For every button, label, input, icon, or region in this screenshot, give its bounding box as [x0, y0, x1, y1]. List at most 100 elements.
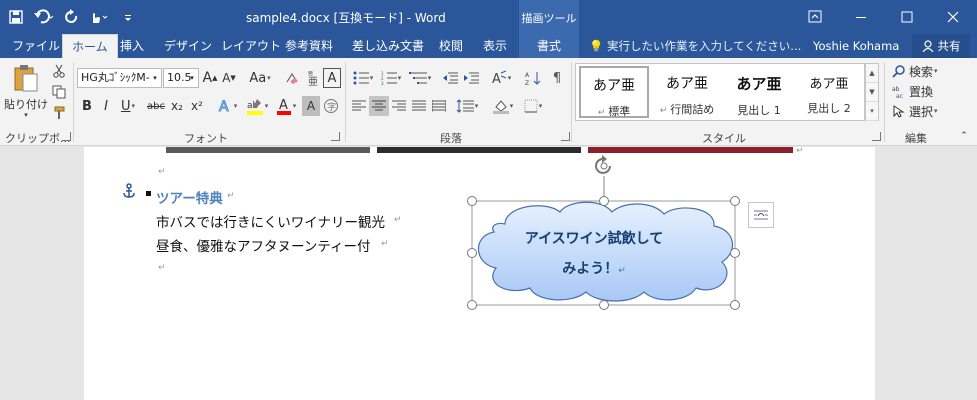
align-right-icon[interactable]: [389, 96, 409, 116]
share-button[interactable]: 共有: [912, 34, 970, 58]
format-painter-icon[interactable]: [50, 104, 68, 122]
resize-handle-se[interactable]: [730, 300, 740, 310]
anchor-icon[interactable]: [122, 183, 136, 202]
user-name[interactable]: Yoshie Kohama: [813, 34, 899, 58]
style-heading-1[interactable]: あア亜 見出し 1: [724, 66, 794, 118]
replace-button[interactable]: ab ac 置換: [892, 82, 950, 100]
line-spacing-icon[interactable]: ▾: [453, 96, 481, 116]
tab-insert[interactable]: 挿入: [111, 34, 153, 58]
bullets-icon[interactable]: ▾: [350, 68, 376, 88]
align-left-icon[interactable]: [349, 96, 369, 116]
multilevel-list-icon[interactable]: ▾: [406, 68, 434, 88]
tab-view[interactable]: 表示: [474, 34, 516, 58]
shrink-font-label: A: [222, 71, 231, 85]
tab-review[interactable]: 校閲: [430, 34, 472, 58]
tab-mailings[interactable]: 差し込み文書: [343, 34, 433, 58]
resize-handle-s[interactable]: [599, 300, 609, 310]
style-heading-2[interactable]: あア亜 見出し 2: [794, 66, 864, 118]
phonetic-guide-icon[interactable]: 亜亜: [303, 68, 321, 88]
distributed-icon[interactable]: [429, 96, 449, 116]
callout-line[interactable]: アイスワイン試飲して: [484, 228, 704, 248]
gallery-more-icon[interactable]: ▾: [866, 102, 878, 121]
tab-home[interactable]: ホーム: [62, 34, 118, 58]
redo-icon[interactable]: [60, 5, 84, 29]
paragraph-mark: ↵: [796, 146, 804, 156]
grow-font-button[interactable]: A ▲: [201, 68, 219, 88]
maximize-icon[interactable]: [884, 0, 930, 34]
subscript-button[interactable]: x₂: [168, 96, 186, 116]
tell-me-search[interactable]: 💡 実行したい作業を入力してください...: [589, 34, 801, 58]
text-effects-button[interactable]: A ▾: [214, 96, 240, 116]
touch-mode-icon[interactable]: [88, 5, 112, 29]
align-center-icon[interactable]: [369, 96, 389, 116]
italic-button[interactable]: I: [98, 96, 114, 116]
ribbon-display-options-icon[interactable]: [792, 0, 838, 34]
tab-references[interactable]: 参考資料: [276, 34, 342, 58]
font-launcher-icon[interactable]: [331, 132, 340, 141]
cut-icon[interactable]: [50, 62, 68, 80]
increase-indent-icon[interactable]: [461, 68, 481, 88]
show-hide-marks-icon[interactable]: ¶: [547, 68, 567, 88]
resize-handle-sw[interactable]: [467, 300, 477, 310]
shading-icon[interactable]: ▾: [489, 96, 517, 116]
change-case-button[interactable]: Aa ▾: [245, 68, 275, 88]
font-color-button[interactable]: A ▾: [273, 96, 299, 116]
find-button[interactable]: 検索 ▾: [892, 62, 950, 80]
tab-file[interactable]: ファイル: [3, 34, 69, 58]
rotate-handle-icon[interactable]: [592, 155, 616, 180]
decrease-indent-icon[interactable]: [440, 68, 460, 88]
resize-handle-nw[interactable]: [467, 196, 477, 206]
font-size-combo[interactable]: 10.5 ▾: [163, 68, 199, 88]
font-color-swatch: [276, 111, 291, 115]
scroll-up-icon[interactable]: ▲: [866, 64, 878, 83]
style-no-spacing[interactable]: あア亜 ↵ 行間詰め: [652, 66, 722, 118]
bold-button[interactable]: B: [78, 96, 96, 116]
copy-icon[interactable]: [50, 83, 68, 101]
underline-button[interactable]: U ▾: [116, 96, 140, 116]
clipboard-launcher-icon[interactable]: [62, 132, 71, 141]
asian-layout-icon[interactable]: A ▾: [487, 68, 515, 88]
minimize-icon[interactable]: [838, 0, 884, 34]
resize-handle-e[interactable]: [730, 248, 740, 258]
paste-icon[interactable]: [6, 62, 46, 96]
undo-icon[interactable]: [32, 5, 56, 29]
tab-format[interactable]: 書式: [519, 34, 579, 58]
sort-icon[interactable]: AZ: [523, 68, 543, 88]
paste-dropdown-icon[interactable]: ▾: [18, 110, 34, 120]
collapse-ribbon-icon[interactable]: ⌃: [957, 130, 971, 142]
resize-handle-ne[interactable]: [730, 196, 740, 206]
shrink-font-button[interactable]: A ▼: [220, 68, 238, 88]
resize-handle-w[interactable]: [467, 248, 477, 258]
character-shading-button[interactable]: A: [302, 96, 320, 116]
paragraph-launcher-icon[interactable]: [561, 132, 570, 141]
change-case-label: Aa: [249, 70, 267, 86]
clear-formatting-icon[interactable]: [283, 68, 301, 88]
select-button[interactable]: 選択 ▾: [892, 102, 950, 120]
document-line[interactable]: 昼食、優雅なアフタヌーンティー付: [156, 235, 371, 255]
svg-text:A: A: [279, 98, 288, 113]
scroll-down-icon[interactable]: ▼: [866, 83, 878, 102]
callout-line[interactable]: みよう！↵: [484, 258, 704, 278]
justify-icon[interactable]: [409, 96, 429, 116]
document-line[interactable]: 市バスでは行きにくいワイナリー観光: [156, 211, 385, 231]
character-border-button[interactable]: A: [323, 68, 341, 88]
svg-text:Z: Z: [525, 80, 529, 86]
borders-icon[interactable]: ▾: [519, 96, 547, 116]
style-normal[interactable]: あア亜 ↵ 標準: [579, 66, 649, 118]
resize-handle-n[interactable]: [599, 196, 609, 206]
close-icon[interactable]: [930, 0, 976, 34]
enclose-characters-icon[interactable]: 字: [322, 96, 340, 116]
contextual-group-label: 描画ツール: [519, 0, 579, 34]
numbering-icon[interactable]: 1 2 3 ▾: [378, 68, 404, 88]
group-divider: [571, 62, 572, 142]
superscript-button[interactable]: x²: [188, 96, 206, 116]
layout-options-icon[interactable]: [748, 202, 774, 228]
paragraph-mark: ↵: [394, 215, 402, 225]
styles-launcher-icon[interactable]: [872, 132, 881, 141]
font-name-combo[interactable]: HG丸ｺﾞｼｯｸM- ▾: [77, 68, 162, 88]
strikethrough-button[interactable]: abc: [145, 96, 167, 116]
customize-icon[interactable]: [116, 5, 140, 29]
document-heading[interactable]: ツアー特典: [156, 187, 223, 207]
save-icon[interactable]: [4, 5, 28, 29]
highlight-color-button[interactable]: ab ▾: [243, 96, 271, 116]
